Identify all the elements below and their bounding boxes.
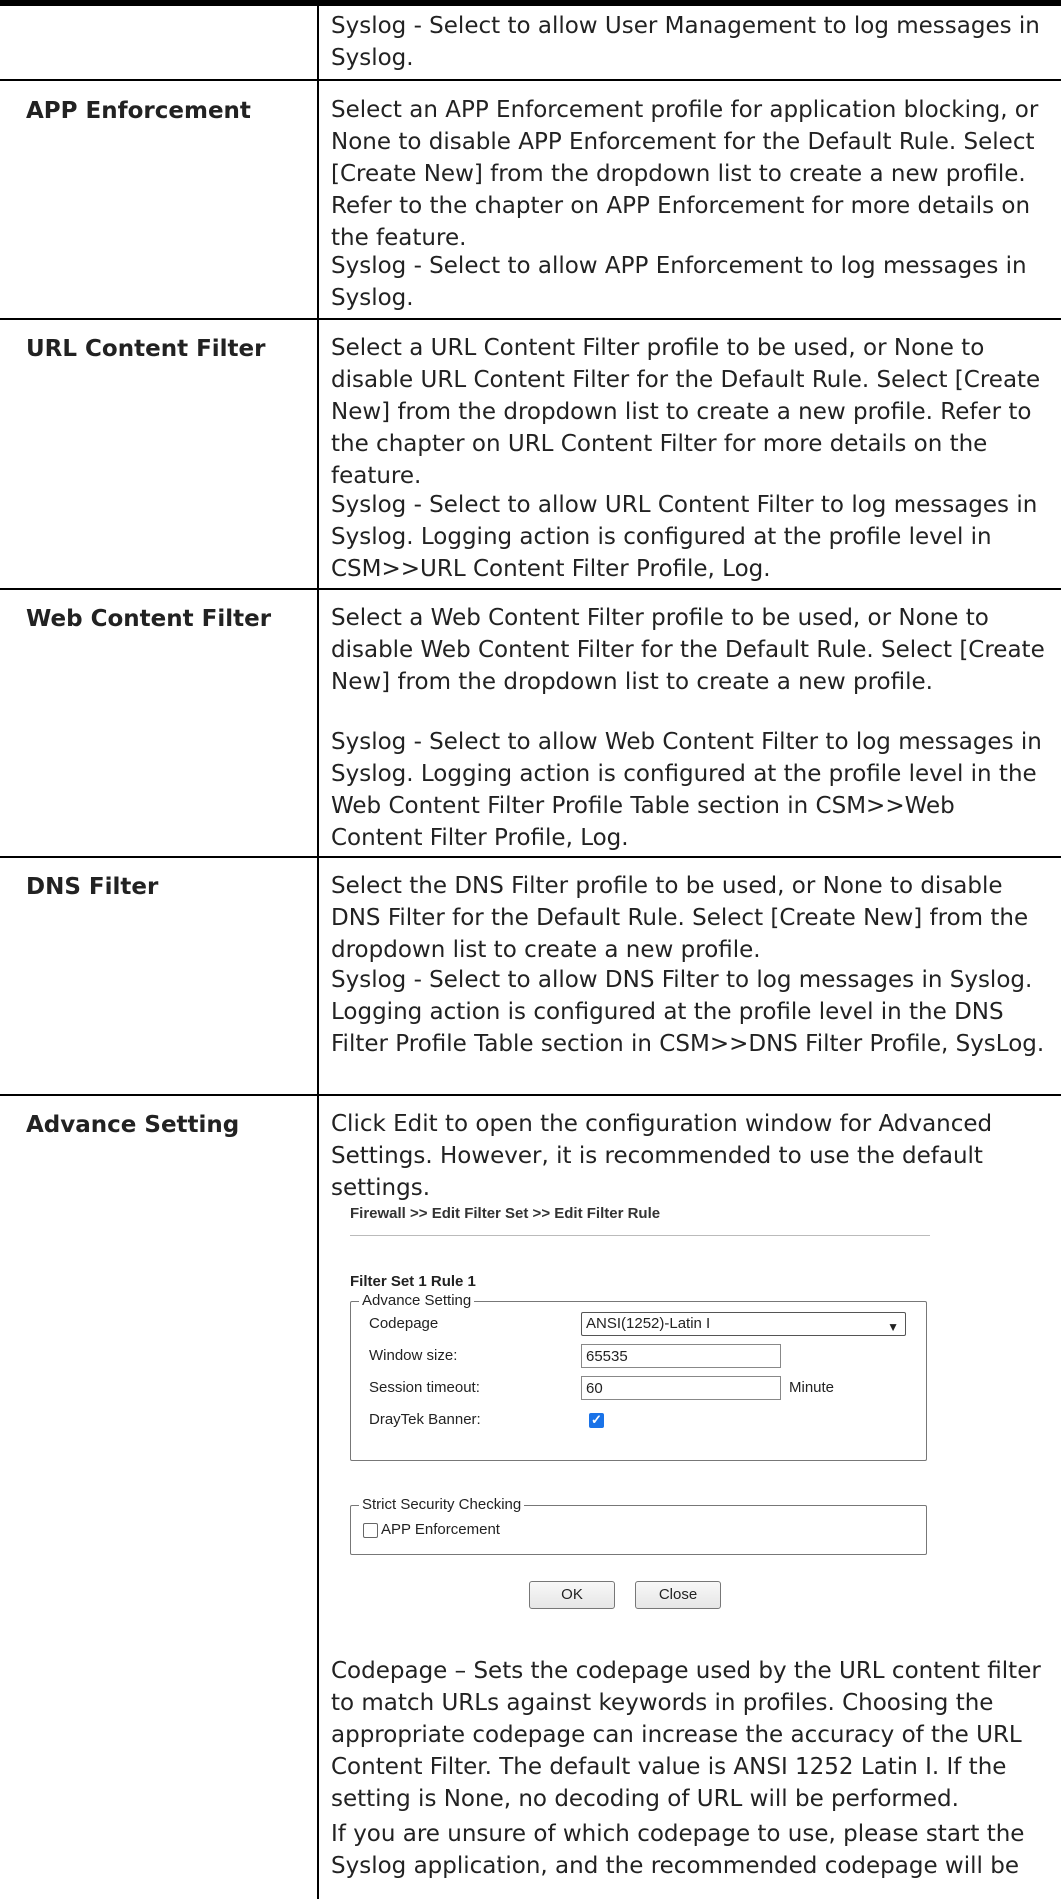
url-content-filter-desc: Select a URL Content Filter profile to b…: [331, 335, 1041, 489]
advance-setting-legend: Advance Setting: [359, 1292, 475, 1309]
app-enforcement-label: APP Enforcement: [26, 98, 251, 124]
syslog-keyword: Syslog: [331, 729, 407, 755]
advance-setting-fieldset: Advance Setting Codepage ANSI(1252)-Lati…: [350, 1292, 927, 1461]
ok-button[interactable]: OK: [529, 1581, 615, 1609]
row-divider: [0, 1094, 1061, 1096]
web-content-filter-syslog-desc: Syslog - Select to allow Web Content Fil…: [331, 726, 1046, 854]
advance-setting-label: Advance Setting: [26, 1112, 240, 1138]
window-size-label: Window size:: [369, 1347, 458, 1364]
strict-security-fieldset: Strict Security Checking APP Enforcement: [350, 1496, 927, 1555]
app-enforcement-check-label: APP Enforcement: [381, 1521, 500, 1538]
session-timeout-input[interactable]: 60: [581, 1376, 781, 1400]
syslog-keyword: Syslog: [331, 492, 407, 518]
codepage-label: Codepage: [369, 1315, 439, 1332]
syslog-keyword: Syslog: [331, 967, 407, 993]
row-divider: [0, 856, 1061, 858]
user-management-syslog-desc: Syslog - Select to allow User Management…: [331, 10, 1046, 74]
draytek-banner-label: DrayTek Banner:: [369, 1411, 481, 1428]
dns-filter-label: DNS Filter: [26, 874, 159, 900]
dns-filter-syslog-desc: Syslog - Select to allow DNS Filter to l…: [331, 964, 1046, 1060]
close-button[interactable]: Close: [635, 1581, 721, 1609]
url-content-filter-label: URL Content Filter: [26, 336, 266, 362]
strict-security-legend: Strict Security Checking: [359, 1496, 525, 1513]
header-rule: [350, 1235, 930, 1236]
app-enforcement-checkbox[interactable]: [363, 1523, 378, 1538]
filter-set-title: Filter Set 1 Rule 1: [350, 1273, 476, 1290]
syslog-text: - Select to allow APP Enforcement to log…: [331, 253, 1027, 311]
syslog-keyword: Syslog: [331, 13, 407, 39]
session-timeout-unit: Minute: [789, 1379, 835, 1396]
chevron-down-icon: ▼: [887, 1320, 899, 1334]
syslog-text: - Select to allow DNS Filter to log mess…: [331, 967, 1045, 1057]
edit-keyword: Edit: [393, 1111, 438, 1137]
session-timeout-label: Session timeout:: [369, 1379, 480, 1396]
edit-filter-rule-screenshot: Firewall >> Edit Filter Set >> Edit Filt…: [345, 1205, 935, 1725]
dns-filter-desc: Select the DNS Filter profile to be used…: [331, 873, 1029, 963]
syslog-text: - Select to allow User Management to log…: [331, 13, 1040, 71]
desc-pre: Click: [331, 1111, 394, 1137]
column-divider: [317, 6, 319, 1899]
app-enforcement-syslog-desc: Syslog - Select to allow APP Enforcement…: [331, 250, 1046, 314]
codepage-keyword: Codepage: [331, 1658, 448, 1684]
codepage-desc: Codepage – Sets the codepage used by the…: [331, 1655, 1046, 1815]
breadcrumb: Firewall >> Edit Filter Set >> Edit Filt…: [350, 1205, 661, 1222]
codepage-select[interactable]: ANSI(1252)-Latin I ▼: [581, 1312, 906, 1336]
table-top-border: [0, 0, 1061, 6]
codepage-value: ANSI(1252)-Latin I: [586, 1315, 711, 1332]
row-divider: [0, 318, 1061, 320]
syslog-keyword: Syslog: [331, 253, 407, 279]
window-size-input[interactable]: 65535: [581, 1344, 781, 1368]
url-content-filter-syslog-desc: Syslog - Select to allow URL Content Fil…: [331, 489, 1046, 585]
web-content-filter-desc: Select a Web Content Filter profile to b…: [331, 605, 1045, 695]
codepage-unsure-desc: If you are unsure of which codepage to u…: [331, 1821, 1025, 1879]
web-content-filter-label: Web Content Filter: [26, 606, 272, 632]
syslog-text: - Select to allow Web Content Filter to …: [331, 729, 1042, 851]
advance-setting-desc: Click Edit to open the configuration win…: [331, 1108, 1046, 1204]
app-enforcement-desc: Select an APP Enforcement profile for ap…: [331, 97, 1039, 251]
row-divider: [0, 79, 1061, 81]
row-divider: [0, 588, 1061, 590]
draytek-banner-checkbox[interactable]: [589, 1412, 604, 1428]
syslog-text: - Select to allow URL Content Filter to …: [331, 492, 1038, 582]
